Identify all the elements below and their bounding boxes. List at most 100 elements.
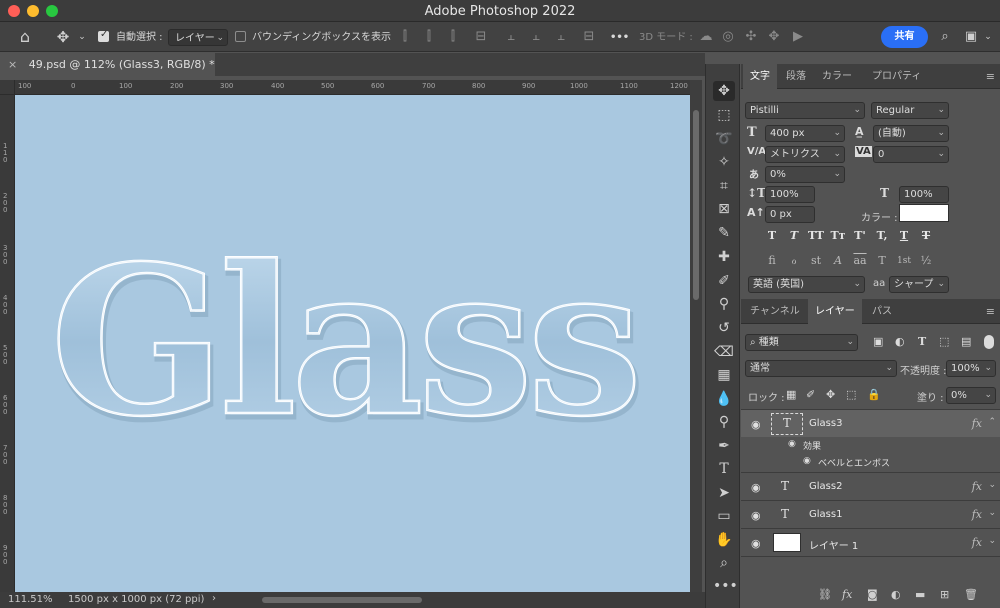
zoom-tool-icon[interactable]: ⌕ [713,553,735,573]
dodge-tool-icon[interactable]: ⚲ [713,412,735,432]
new-group-icon[interactable]: ▬ [915,588,925,601]
leading-field[interactable]: (自動) ⌄ [873,125,949,142]
align-top-icon[interactable]: ⫠ [502,28,520,46]
workspace-chevron-icon[interactable]: ⌄ [979,28,997,46]
share-button[interactable]: 共有 [881,26,928,48]
opacity-field[interactable]: 100% ⌄ [946,360,996,377]
ruler-origin[interactable] [0,80,15,95]
layer-row-glass1[interactable]: ◉ T Glass1 fx ⌄ [741,500,1000,528]
3d-orbit-icon[interactable]: ☁ [697,28,715,46]
strikethrough-button[interactable]: T [918,228,934,244]
old-style-button[interactable]: ℴ [786,253,802,269]
superscript-button[interactable]: T' [852,228,868,244]
blend-mode-dropdown[interactable]: 通常 ⌄ [745,360,897,377]
3d-drag-icon[interactable]: ✣ [742,28,760,46]
lock-artboard-icon[interactable]: ⬚ [846,388,856,401]
visibility-eye-icon[interactable]: ◉ [751,509,761,522]
expand-effects-icon[interactable]: ⌄ [988,508,996,518]
tab-paths[interactable]: パス [865,299,899,324]
zoom-level[interactable]: 111.51% [8,594,53,605]
lock-transparent-icon[interactable]: ▦ [786,388,796,401]
vertical-scrollbar[interactable] [690,80,702,592]
faux-italic-button[interactable]: T [786,228,802,244]
stamp-tool-icon[interactable]: ⚲ [713,294,735,314]
titling-button[interactable]: T [874,253,890,269]
layer-name[interactable]: Glass2 [809,481,842,492]
layer-name[interactable]: レイヤー 1 [809,537,858,552]
document-tab[interactable]: × 49.psd @ 112% (Glass3, RGB/8) * [0,53,215,76]
stylistic-alternates-button[interactable]: aa [852,253,868,269]
visibility-eye-icon[interactable]: ◉ [751,481,761,494]
panel-menu-icon[interactable]: ≡ [986,70,995,83]
move-tool-icon[interactable]: ✥ [54,28,72,46]
visibility-eye-icon[interactable]: ◉ [788,439,796,449]
effects-row[interactable]: ◉ 効果 [741,437,1000,454]
link-layers-icon[interactable]: ⛓ [818,588,832,601]
layer-row-glass3[interactable]: ◉ T Glass3 fx ⌃ [741,409,1000,437]
expand-effects-icon[interactable]: ⌄ [988,536,996,546]
faux-bold-button[interactable]: T [764,228,780,244]
tracking-field[interactable]: 0 ⌄ [873,146,949,163]
more-options-button[interactable]: ••• [610,29,629,46]
layer-name[interactable]: Glass3 [809,418,842,429]
3d-video-icon[interactable]: ▶ [789,28,807,46]
align-center-h-icon[interactable]: ⫿ [420,28,438,46]
lock-position-icon[interactable]: ✥ [826,388,835,401]
new-adjustment-icon[interactable]: ◐ [891,588,901,601]
bevel-emboss-row[interactable]: ◉ ベベルとエンボス [741,454,1000,472]
filter-pixel-icon[interactable]: ▣ [873,335,883,348]
marquee-tool-icon[interactable]: ⬚ [713,105,735,125]
gradient-tool-icon[interactable]: ▦ [713,365,735,385]
align-bottom-icon[interactable]: ⫠ [552,28,570,46]
hand-tool-icon[interactable]: ✋ [713,530,735,550]
tab-layers[interactable]: レイヤー [808,299,862,324]
align-right-icon[interactable]: ⫿ [444,28,462,46]
tab-color[interactable]: カラー [815,64,859,89]
more-tools-icon[interactable]: ••• [713,576,738,596]
discretionary-ligatures-button[interactable]: st [808,253,824,269]
visibility-eye-icon[interactable]: ◉ [803,456,811,466]
home-icon[interactable]: ⌂ [16,28,34,46]
pen-tool-icon[interactable]: ✒ [713,436,735,456]
expand-effects-icon[interactable]: ⌄ [988,480,996,490]
ligatures-button[interactable]: fi [764,253,780,269]
tab-properties[interactable]: プロパティ [865,64,928,89]
delete-layer-icon[interactable]: 🗑 [964,588,978,601]
search-icon[interactable]: ⌕ [936,28,954,46]
layer-row-layer1[interactable]: ◉ レイヤー 1 fx ⌄ [741,528,1000,556]
bounding-box-checkbox[interactable] [235,31,246,42]
magic-wand-tool-icon[interactable]: ✧ [713,152,735,172]
filter-shape-icon[interactable]: ⬚ [939,335,949,348]
blur-tool-icon[interactable]: 💧 [713,389,735,409]
path-selection-tool-icon[interactable]: ➤ [713,483,735,503]
layer-filter-dropdown[interactable]: ⌕ 種類 ⌄ [745,334,858,351]
filter-type-icon[interactable]: T [918,335,926,348]
kerning-field[interactable]: メトリクス ⌄ [765,146,845,163]
eyedropper-tool-icon[interactable]: ✎ [713,223,735,243]
fractions-button[interactable]: ½ [918,253,934,269]
auto-select-target-dropdown[interactable]: レイヤー ⌄ [168,29,228,46]
font-size-field[interactable]: 400 px ⌄ [765,125,845,142]
visibility-eye-icon[interactable]: ◉ [751,537,761,550]
font-family-dropdown[interactable]: Pistilli ⌄ [745,102,865,119]
filter-adjustment-icon[interactable]: ◐ [895,335,905,348]
3d-roll-icon[interactable]: ◎ [719,28,737,46]
align-left-icon[interactable]: ⫿ [396,28,414,46]
rectangle-tool-icon[interactable]: ▭ [713,506,735,526]
font-style-dropdown[interactable]: Regular ⌄ [871,102,949,119]
lock-pixels-icon[interactable]: ✐ [806,388,815,401]
frame-tool-icon[interactable]: ⊠ [713,199,735,219]
new-layer-icon[interactable]: ⊞ [940,588,949,601]
lasso-tool-icon[interactable]: ➰ [713,129,735,149]
layer-row-glass2[interactable]: ◉ T Glass2 fx ⌄ [741,472,1000,500]
ordinals-button[interactable]: 1st [896,253,912,269]
vertical-scroll-thumb[interactable] [693,110,699,300]
horizontal-scroll-thumb[interactable] [262,597,422,603]
antialias-dropdown[interactable]: シャープ ⌄ [889,276,949,293]
align-middle-v-icon[interactable]: ⫠ [527,28,545,46]
close-tab-icon[interactable]: × [8,58,17,71]
tab-channels[interactable]: チャンネル [743,299,807,324]
swash-button[interactable]: A [830,253,846,269]
brush-tool-icon[interactable]: ✐ [713,271,735,291]
workspace-icon[interactable]: ▣ [962,28,980,46]
